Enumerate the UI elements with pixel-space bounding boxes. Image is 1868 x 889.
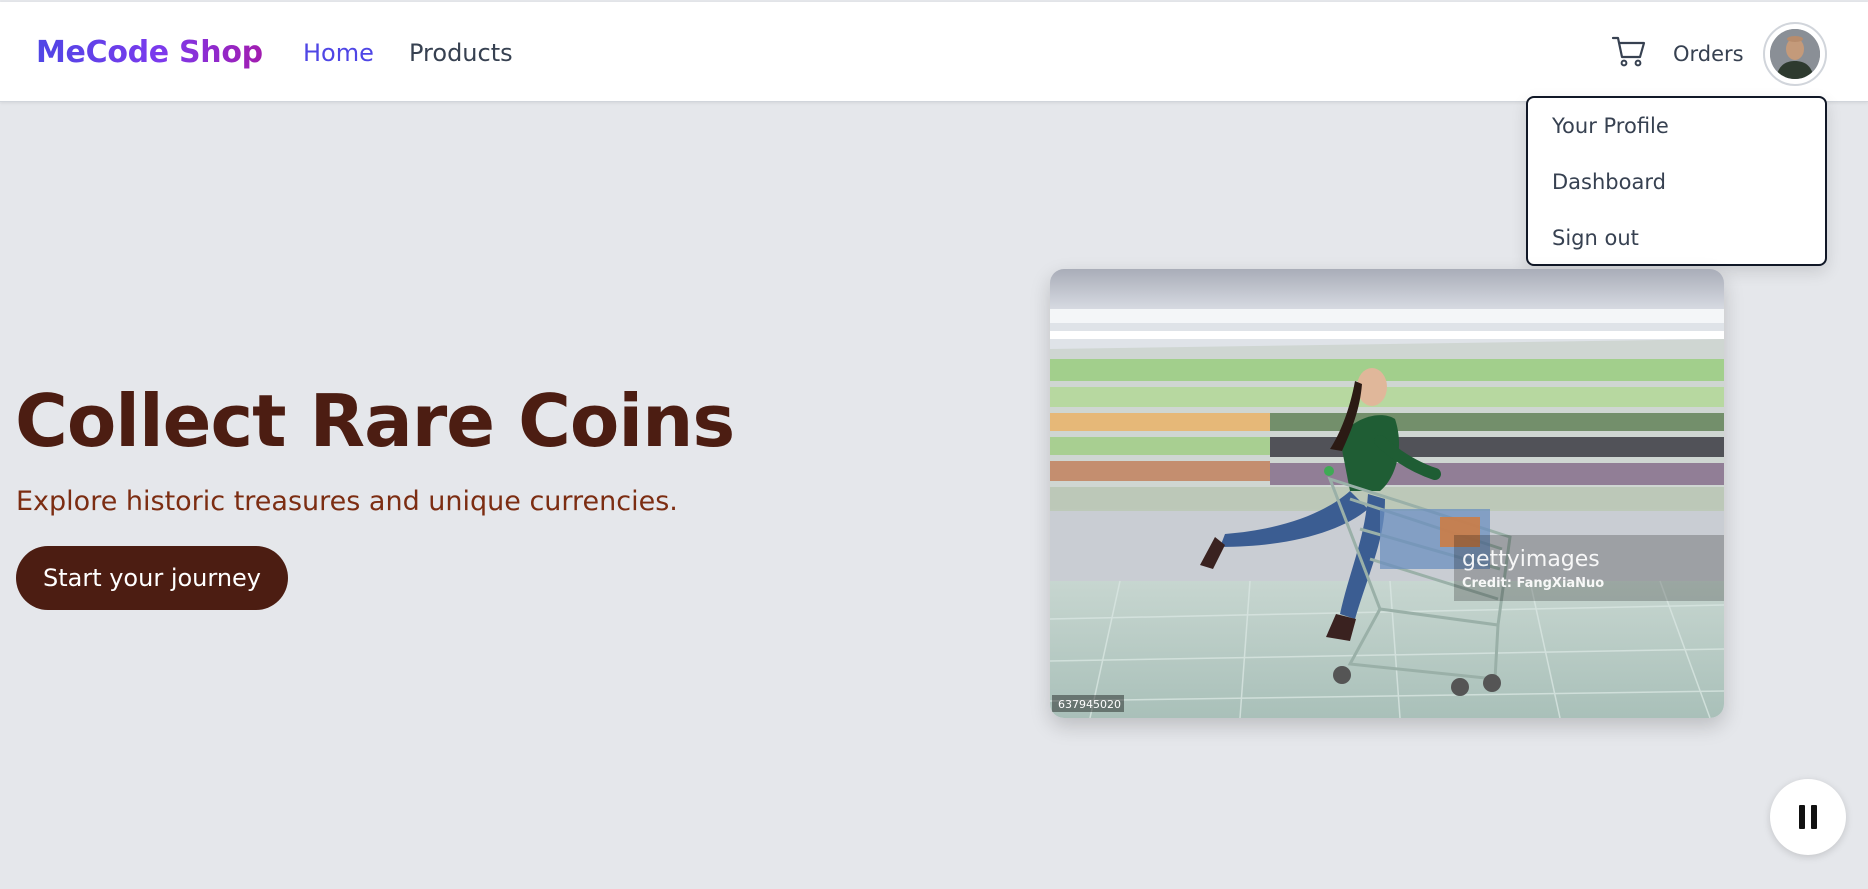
menu-item-sign-out[interactable]: Sign out bbox=[1552, 226, 1639, 250]
nav-home-link[interactable]: Home bbox=[303, 39, 374, 67]
shopping-cart-icon[interactable] bbox=[1611, 35, 1647, 69]
avatar bbox=[1770, 29, 1820, 79]
top-navbar: MeCode Shop Home Products Orders bbox=[0, 2, 1868, 102]
start-journey-button[interactable]: Start your journey bbox=[16, 546, 288, 610]
nav-products-link[interactable]: Products bbox=[409, 39, 513, 67]
image-id-label: 637945020 bbox=[1058, 698, 1121, 711]
hero-subtitle: Explore historic treasures and unique cu… bbox=[16, 486, 678, 517]
menu-item-your-profile[interactable]: Your Profile bbox=[1552, 114, 1669, 138]
user-menu-dropdown: Your Profile Dashboard Sign out bbox=[1526, 96, 1827, 266]
hero-image: gettyimages Credit: FangXiaNuo 637945020 bbox=[1050, 269, 1724, 718]
user-avatar-button[interactable] bbox=[1763, 22, 1827, 86]
carousel-pause-button[interactable] bbox=[1770, 779, 1846, 855]
menu-item-dashboard[interactable]: Dashboard bbox=[1552, 170, 1666, 194]
page: MeCode Shop Home Products Orders Your Pr… bbox=[0, 0, 1868, 889]
photo-credit: Credit: FangXiaNuo bbox=[1462, 576, 1604, 591]
pause-icon bbox=[1796, 805, 1820, 829]
logo[interactable]: MeCode Shop bbox=[36, 35, 263, 70]
getty-watermark: gettyimages bbox=[1462, 547, 1600, 572]
orders-link[interactable]: Orders bbox=[1673, 42, 1744, 66]
hero-title: Collect Rare Coins bbox=[15, 379, 735, 463]
